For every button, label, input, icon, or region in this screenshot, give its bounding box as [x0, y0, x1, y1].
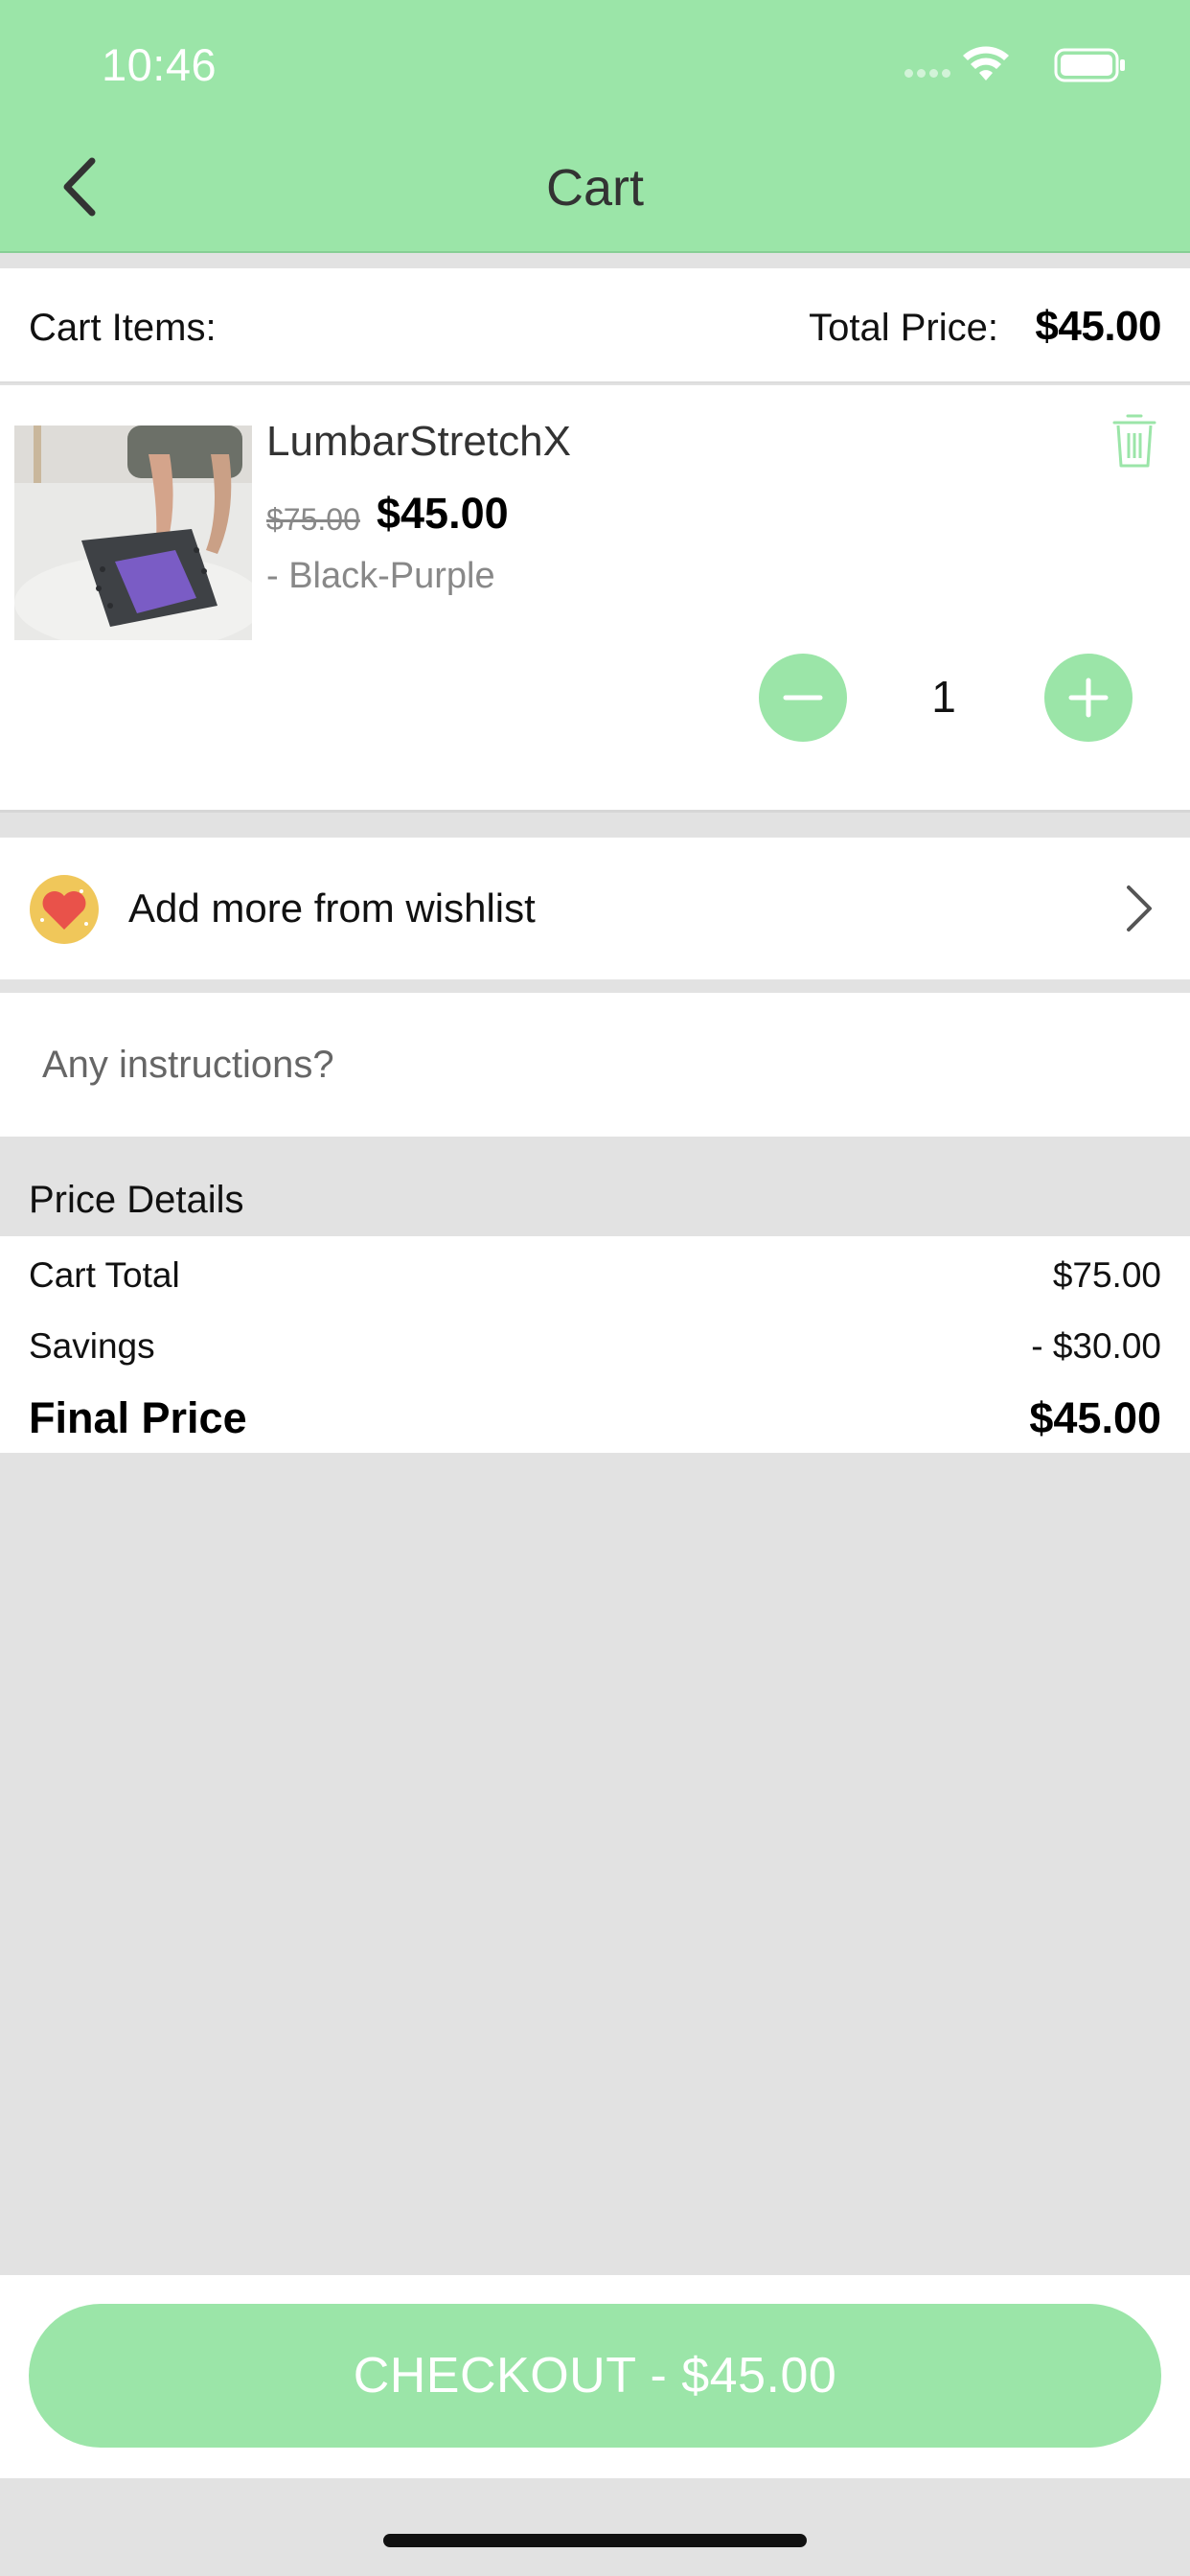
original-price: $75.00	[266, 502, 360, 537]
plus-icon	[1068, 678, 1109, 718]
page-title: Cart	[545, 159, 644, 217]
wishlist-row[interactable]: Add more from wishlist	[0, 838, 1190, 979]
final-price-row: Final Price $45.00	[29, 1393, 1161, 1443]
cart-total-value: $75.00	[1052, 1255, 1161, 1295]
instructions-section	[0, 993, 1190, 1137]
signal-icon	[904, 69, 950, 78]
minus-icon	[783, 695, 823, 701]
savings-value: - $30.00	[1031, 1326, 1161, 1366]
instructions-input[interactable]	[42, 1031, 1144, 1098]
final-price-value: $45.00	[1029, 1393, 1161, 1442]
checkout-button[interactable]: CHECKOUT - $45.00	[29, 2304, 1161, 2448]
final-price-label: Final Price	[29, 1393, 247, 1442]
increase-quantity-button[interactable]	[1044, 654, 1133, 742]
home-indicator[interactable]	[383, 2534, 807, 2547]
total-price-label: Total Price:	[809, 307, 998, 349]
wifi-icon	[963, 46, 1009, 80]
nav-header: 10:46 Cart	[0, 0, 1190, 253]
sale-price: $45.00	[377, 489, 509, 538]
product-photo	[14, 426, 252, 640]
quantity-value: 1	[931, 672, 956, 722]
chevron-right-icon	[1127, 886, 1152, 932]
delete-item-button[interactable]	[1111, 412, 1157, 470]
savings-label: Savings	[29, 1326, 155, 1366]
wishlist-label: Add more from wishlist	[128, 886, 536, 931]
status-time: 10:46	[102, 39, 217, 90]
product-variant: - Black-Purple	[266, 556, 495, 596]
decrease-quantity-button[interactable]	[759, 654, 847, 742]
cart-summary: Cart Items: Total Price: $45.00	[0, 268, 1190, 383]
total-price-value: $45.00	[1035, 303, 1161, 350]
price-details-heading: Price Details	[29, 1179, 244, 1221]
checkout-bar: CHECKOUT - $45.00	[0, 2275, 1190, 2478]
cart-total-row: Cart Total $75.00	[29, 1255, 1161, 1296]
cart-screen: 10:46 Cart Cart Items: Total Price: $45.…	[0, 0, 1190, 2576]
status-icons	[878, 46, 1127, 84]
price-details-header: Price Details	[0, 1137, 1190, 1236]
product-name[interactable]: LumbarStretchX	[266, 418, 571, 466]
battery-icon	[1054, 48, 1125, 82]
cart-total-label: Cart Total	[29, 1255, 180, 1295]
cart-items-label: Cart Items:	[29, 307, 217, 349]
price-details-table: Cart Total $75.00 Savings - $30.00 Final…	[0, 1236, 1190, 1453]
savings-row: Savings - $30.00	[29, 1326, 1161, 1367]
trash-icon	[1112, 414, 1156, 468]
heart-icon	[30, 875, 99, 944]
cart-item: LumbarStretchX $75.00 $45.00 - Black-Pur…	[0, 385, 1190, 813]
product-image[interactable]	[14, 426, 252, 640]
